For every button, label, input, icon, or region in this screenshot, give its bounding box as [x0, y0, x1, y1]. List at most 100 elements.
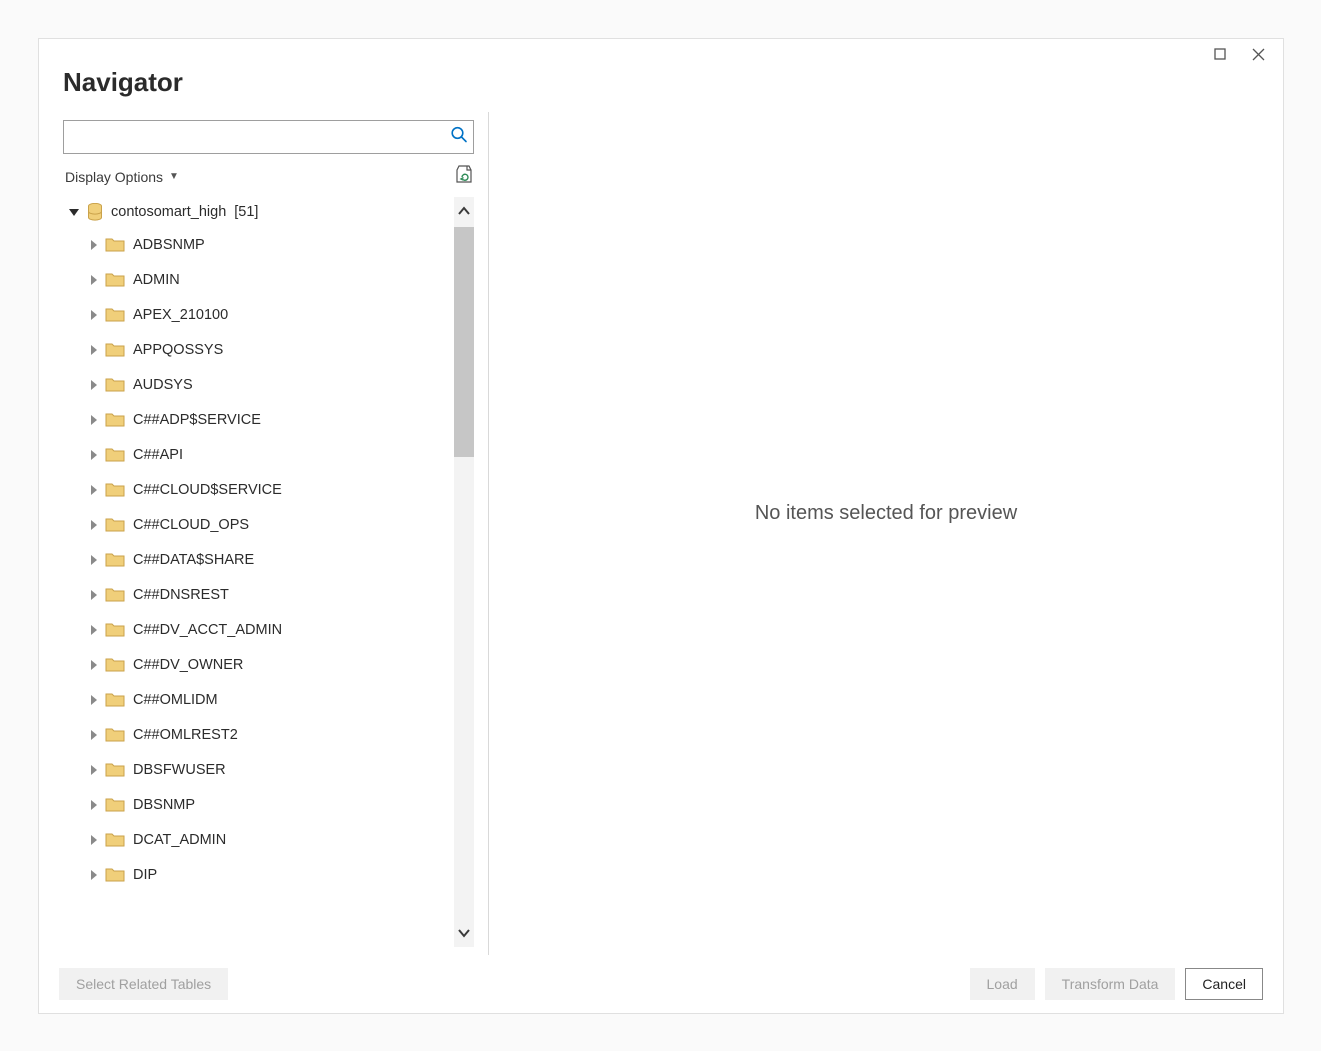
display-options-button[interactable]: Display Options ▼: [63, 165, 181, 189]
folder-icon: [105, 237, 125, 252]
tree-item-label: DIP: [133, 867, 157, 883]
tree-item[interactable]: C##DV_ACCT_ADMIN: [63, 612, 454, 647]
maximize-button[interactable]: [1201, 43, 1239, 65]
dialog-title: Navigator: [63, 67, 1259, 98]
folder-icon: [105, 797, 125, 812]
tree-item[interactable]: AUDSYS: [63, 367, 454, 402]
chevron-right-icon: [91, 415, 97, 425]
database-icon: [87, 203, 103, 221]
tree-root-count: [51]: [234, 204, 258, 220]
tree-item[interactable]: C##OMLIDM: [63, 682, 454, 717]
cancel-button[interactable]: Cancel: [1185, 968, 1263, 1000]
dialog-header: Navigator: [39, 67, 1283, 112]
tree-item[interactable]: APPQOSSYS: [63, 332, 454, 367]
scroll-up-button[interactable]: [454, 199, 474, 223]
refresh-icon[interactable]: [454, 164, 474, 189]
folder-icon: [105, 832, 125, 847]
chevron-right-icon: [91, 695, 97, 705]
load-button[interactable]: Load: [970, 968, 1035, 1000]
scrollbar-thumb[interactable]: [454, 227, 474, 457]
transform-data-label: Transform Data: [1062, 976, 1159, 992]
folder-icon: [105, 657, 125, 672]
chevron-right-icon: [91, 380, 97, 390]
options-row: Display Options ▼: [63, 164, 474, 189]
preview-pane: No items selected for preview: [489, 112, 1283, 955]
chevron-right-icon: [91, 240, 97, 250]
tree-item[interactable]: ADMIN: [63, 262, 454, 297]
tree-item[interactable]: C##DATA$SHARE: [63, 542, 454, 577]
folder-icon: [105, 762, 125, 777]
tree-item-label: ADBSNMP: [133, 237, 205, 253]
load-label: Load: [987, 976, 1018, 992]
cancel-label: Cancel: [1202, 976, 1246, 992]
tree-item-label: DBSFWUSER: [133, 762, 226, 778]
tree-item-label: C##DATA$SHARE: [133, 552, 254, 568]
chevron-right-icon: [91, 730, 97, 740]
display-options-label: Display Options: [65, 169, 163, 185]
tree-item-label: DBSNMP: [133, 797, 195, 813]
tree-item-label: C##DV_ACCT_ADMIN: [133, 622, 282, 638]
search-icon[interactable]: [450, 126, 468, 149]
folder-icon: [105, 867, 125, 882]
chevron-right-icon: [91, 345, 97, 355]
tree-item[interactable]: APEX_210100: [63, 297, 454, 332]
chevron-right-icon: [91, 765, 97, 775]
tree-item[interactable]: C##DV_OWNER: [63, 647, 454, 682]
tree-item[interactable]: DCAT_ADMIN: [63, 822, 454, 857]
tree-item[interactable]: C##CLOUD_OPS: [63, 507, 454, 542]
tree-item-label: C##OMLREST2: [133, 727, 238, 743]
tree-item[interactable]: DBSFWUSER: [63, 752, 454, 787]
tree-item[interactable]: DIP: [63, 857, 454, 892]
chevron-right-icon: [91, 310, 97, 320]
tree: contosomart_high [51] ADBSNMP ADMIN APEX_2…: [63, 197, 454, 892]
chevron-right-icon: [91, 520, 97, 530]
tree-item-label: C##CLOUD_OPS: [133, 517, 249, 533]
tree-item-label: C##CLOUD$SERVICE: [133, 482, 282, 498]
transform-data-button[interactable]: Transform Data: [1045, 968, 1176, 1000]
tree-item[interactable]: C##OMLREST2: [63, 717, 454, 752]
tree-item[interactable]: DBSNMP: [63, 787, 454, 822]
tree-item[interactable]: C##ADP$SERVICE: [63, 402, 454, 437]
folder-icon: [105, 622, 125, 637]
tree-root-label: contosomart_high: [111, 204, 226, 220]
tree-item-label: C##DV_OWNER: [133, 657, 243, 673]
close-button[interactable]: [1239, 43, 1277, 65]
folder-icon: [105, 307, 125, 322]
titlebar: [39, 39, 1283, 67]
tree-container: contosomart_high [51] ADBSNMP ADMIN APEX_2…: [63, 197, 474, 947]
folder-icon: [105, 727, 125, 742]
chevron-right-icon: [91, 660, 97, 670]
dialog-body: Display Options ▼: [39, 112, 1283, 955]
tree-item-label: C##DNSREST: [133, 587, 229, 603]
dialog-window: Navigator Display Options ▼: [38, 38, 1284, 1014]
tree-items: ADBSNMP ADMIN APEX_210100 APPQOSSYS AUDSYS C#…: [63, 227, 454, 892]
tree-item[interactable]: C##DNSREST: [63, 577, 454, 612]
tree-item[interactable]: ADBSNMP: [63, 227, 454, 262]
chevron-right-icon: [91, 275, 97, 285]
tree-root-node[interactable]: contosomart_high [51]: [63, 197, 454, 227]
tree-item-label: AUDSYS: [133, 377, 193, 393]
search-input[interactable]: [63, 120, 474, 154]
chevron-right-icon: [91, 800, 97, 810]
tree-item-label: C##API: [133, 447, 183, 463]
tree-item-label: APPQOSSYS: [133, 342, 223, 358]
select-related-tables-button[interactable]: Select Related Tables: [59, 968, 228, 1000]
folder-icon: [105, 482, 125, 497]
preview-empty-message: No items selected for preview: [755, 502, 1017, 525]
chevron-right-icon: [91, 450, 97, 460]
tree-viewport: contosomart_high [51] ADBSNMP ADMIN APEX_2…: [63, 197, 454, 947]
tree-item-label: APEX_210100: [133, 307, 228, 323]
dialog-footer: Select Related Tables Load Transform Dat…: [39, 955, 1283, 1013]
scrollbar[interactable]: [454, 197, 474, 947]
folder-icon: [105, 587, 125, 602]
scroll-down-button[interactable]: [454, 921, 474, 945]
navigator-pane: Display Options ▼: [39, 112, 489, 955]
chevron-right-icon: [91, 625, 97, 635]
select-related-tables-label: Select Related Tables: [76, 976, 211, 992]
folder-icon: [105, 272, 125, 287]
chevron-right-icon: [91, 835, 97, 845]
tree-item[interactable]: C##CLOUD$SERVICE: [63, 472, 454, 507]
folder-icon: [105, 552, 125, 567]
tree-item[interactable]: C##API: [63, 437, 454, 472]
tree-item-label: C##ADP$SERVICE: [133, 412, 261, 428]
